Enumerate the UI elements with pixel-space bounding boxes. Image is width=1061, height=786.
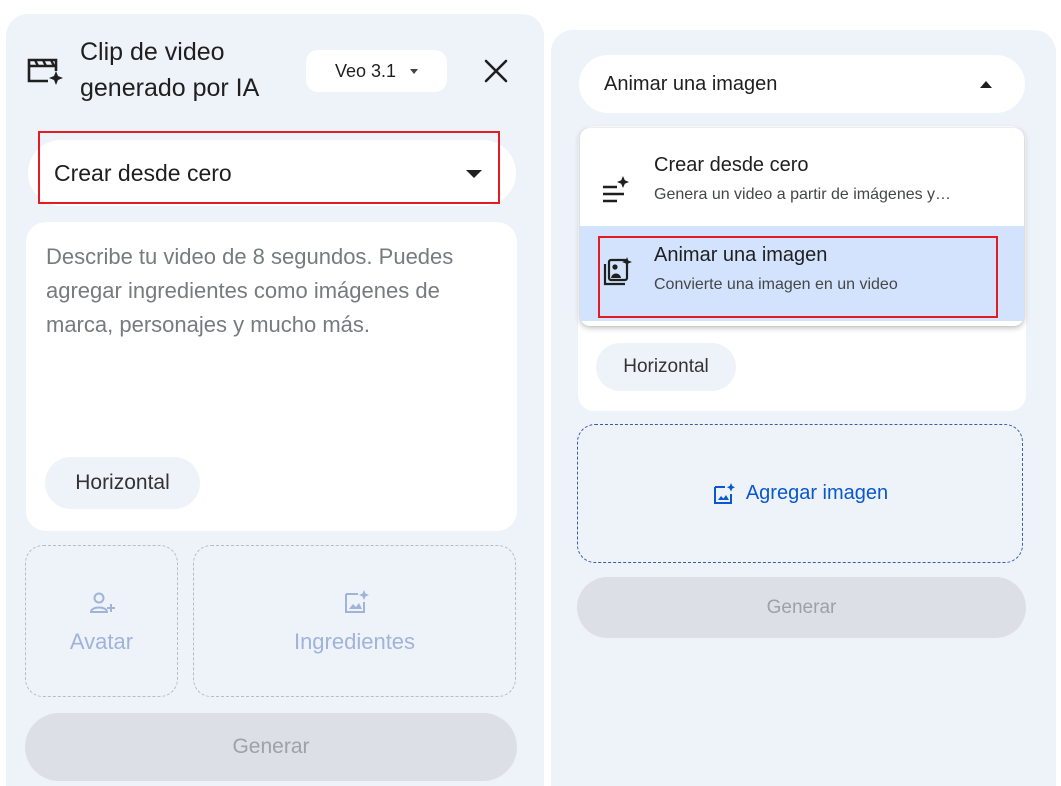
mode-select-label: Animar una imagen bbox=[604, 73, 778, 95]
menu-item-title: Animar una imagen bbox=[654, 244, 828, 266]
text-spark-icon bbox=[603, 176, 629, 203]
panel-title: Clip de video generado por IA bbox=[80, 38, 260, 102]
image-add-icon bbox=[345, 590, 369, 613]
ingredients-button[interactable]: Ingredientes bbox=[193, 545, 516, 697]
prompt-input[interactable]: Describe tu video de 8 segundos. Puedes … bbox=[46, 240, 506, 342]
caret-up-icon bbox=[980, 81, 992, 88]
generate-button[interactable]: Generar bbox=[25, 713, 517, 781]
avatar-button[interactable]: Avatar bbox=[25, 545, 178, 697]
image-animate-icon bbox=[603, 257, 632, 286]
add-image-label: Agregar imagen bbox=[745, 482, 889, 504]
menu-item-create-from-scratch[interactable]: Crear desde cero Genera un video a parti… bbox=[580, 136, 1024, 231]
caret-down-icon bbox=[410, 68, 419, 74]
mode-dropdown-menu: Crear desde cero Genera un video a parti… bbox=[580, 128, 1024, 326]
mode-select-label: Crear desde cero bbox=[54, 160, 232, 186]
avatar-label: Avatar bbox=[69, 629, 134, 654]
add-image-dropzone[interactable]: Agregar imagen bbox=[577, 424, 1023, 563]
person-add-icon bbox=[89, 592, 115, 613]
ingredients-label: Ingredientes bbox=[293, 629, 416, 654]
model-label: Veo 3.1 bbox=[334, 60, 397, 81]
menu-item-title: Crear desde cero bbox=[654, 154, 809, 176]
aspect-ratio-chip[interactable]: Horizontal bbox=[596, 343, 736, 391]
aspect-ratio-chip[interactable]: Horizontal bbox=[45, 457, 200, 509]
close-icon[interactable] bbox=[480, 55, 512, 87]
video-spark-icon bbox=[27, 58, 64, 85]
menu-item-animate-image[interactable]: Animar una imagen Convierte una imagen e… bbox=[580, 226, 1024, 321]
menu-item-description: Genera un video a partir de imágenes y… bbox=[654, 186, 952, 203]
mode-select[interactable]: Crear desde cero bbox=[28, 140, 516, 206]
image-add-icon bbox=[713, 482, 735, 504]
model-select[interactable]: Veo 3.1 bbox=[306, 50, 447, 92]
caret-down-icon bbox=[466, 170, 482, 178]
menu-item-description: Convierte una imagen en un video bbox=[654, 276, 898, 293]
generate-button[interactable]: Generar bbox=[577, 577, 1026, 638]
mode-select[interactable]: Animar una imagen bbox=[579, 55, 1025, 113]
